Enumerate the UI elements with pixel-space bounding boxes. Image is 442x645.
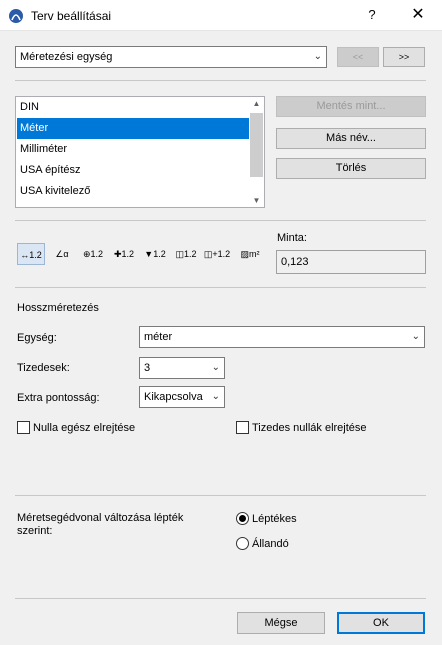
ok-button[interactable]: OK: [337, 612, 425, 634]
unit-value: méter: [144, 331, 173, 343]
linear-dimension-icon[interactable]: ↔1.2: [17, 243, 45, 265]
close-button[interactable]: ✕: [406, 4, 430, 26]
sill-height-dimension-icon[interactable]: ◫+1.2: [203, 243, 231, 265]
list-item[interactable]: USA építész: [17, 160, 249, 181]
divider: [15, 287, 426, 288]
decimals-label: Tizedesek:: [17, 362, 70, 374]
chevron-down-icon: ⌄: [211, 362, 220, 373]
preset-dropdown[interactable]: Méretezési egység ⌄: [15, 46, 327, 68]
scroll-thumb[interactable]: [250, 113, 263, 177]
hide-zero-decimals-checkbox[interactable]: [236, 421, 249, 434]
prev-preset-button[interactable]: <<: [337, 47, 379, 67]
next-preset-button[interactable]: >>: [383, 47, 425, 67]
chevron-down-icon: ⌄: [313, 51, 322, 62]
help-button[interactable]: ?: [360, 4, 384, 26]
extension-line-scale-label: Méretsegédvonal változása lépték szerint…: [17, 512, 184, 537]
preset-value: Méretezési egység: [20, 51, 113, 63]
list-item[interactable]: Milliméter: [17, 139, 249, 160]
elevation-dimension-icon[interactable]: ▼1.2: [141, 243, 169, 265]
door-window-dimension-icon[interactable]: ◫1.2: [172, 243, 200, 265]
divider: [15, 220, 426, 221]
hide-zero-decimals-label[interactable]: Tizedes nullák elrejtése: [252, 422, 367, 434]
list-item-selected[interactable]: Méter: [17, 118, 249, 139]
area-dimension-icon[interactable]: ▨m²: [236, 243, 264, 265]
title-bar: Terv beállításai ? ✕: [0, 0, 442, 31]
rename-button[interactable]: Más név...: [276, 128, 426, 149]
sample-preview: 0,123: [276, 250, 426, 274]
scaled-label[interactable]: Léptékes: [252, 513, 297, 525]
chevron-down-icon: ⌄: [211, 391, 220, 402]
preset-list[interactable]: DIN Méter Milliméter USA építész USA kiv…: [15, 96, 265, 208]
extra-precision-value: Kikapcsolva: [144, 391, 203, 403]
list-item[interactable]: DIN: [17, 97, 249, 118]
sample-label: Minta:: [277, 232, 307, 244]
scroll-up-icon[interactable]: ▲: [249, 99, 264, 108]
section-title: Hosszméretezés: [17, 302, 99, 314]
divider: [15, 598, 426, 599]
scaled-radio[interactable]: [236, 512, 249, 525]
hide-zero-integer-label[interactable]: Nulla egész elrejtése: [33, 422, 135, 434]
decimals-dropdown[interactable]: 3 ⌄: [139, 357, 225, 379]
angle-dimension-icon[interactable]: ∠α: [48, 243, 76, 265]
delete-button[interactable]: Törlés: [276, 158, 426, 179]
divider: [15, 495, 426, 496]
scroll-down-icon[interactable]: ▼: [249, 196, 264, 205]
archicad-logo-icon: [9, 9, 23, 23]
unit-label: Egység:: [17, 332, 57, 344]
unit-dropdown[interactable]: méter ⌄: [139, 326, 425, 348]
list-item[interactable]: USA kivitelező: [17, 181, 249, 202]
extra-precision-label: Extra pontosság:: [17, 392, 100, 404]
save-as-button[interactable]: Mentés mint...: [276, 96, 426, 117]
window-title: Terv beállításai: [31, 9, 112, 23]
chevron-down-icon: ⌄: [411, 331, 420, 342]
fixed-label[interactable]: Állandó: [252, 538, 289, 550]
level-dimension-icon[interactable]: ✚1.2: [110, 243, 138, 265]
extra-precision-dropdown[interactable]: Kikapcsolva ⌄: [139, 386, 225, 408]
cancel-button[interactable]: Mégse: [237, 612, 325, 634]
list-scrollbar[interactable]: ▲ ▼: [249, 97, 264, 207]
radial-dimension-icon[interactable]: ⊕1.2: [79, 243, 107, 265]
decimals-value: 3: [144, 362, 151, 374]
divider: [15, 80, 426, 81]
fixed-radio[interactable]: [236, 537, 249, 550]
hide-zero-integer-checkbox[interactable]: [17, 421, 30, 434]
